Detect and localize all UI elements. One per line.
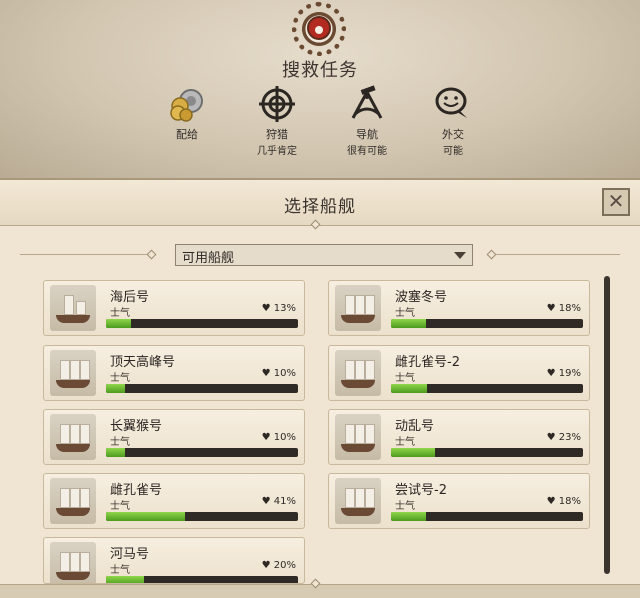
ship-image xyxy=(335,350,381,396)
morale-value: ♥ 13% xyxy=(261,303,296,314)
ship-name: 顶天高峰号 xyxy=(110,355,176,370)
morale-label: 士气 xyxy=(395,308,415,319)
heart-icon: ♥ xyxy=(546,496,559,507)
morale-value: ♥ 10% xyxy=(261,368,296,379)
ship-card[interactable]: 长翼猴号 士气 ♥ 10% xyxy=(43,409,305,465)
ship-card[interactable]: 波塞冬号 士气 ♥ 18% xyxy=(328,280,590,336)
sextant-icon xyxy=(347,84,387,124)
ship-name: 雌孔雀号 xyxy=(110,483,163,498)
chevron-down-icon xyxy=(454,252,466,259)
ship-card[interactable]: 雌孔雀号-2 士气 ♥ 19% xyxy=(328,345,590,401)
morale-value: ♥ 18% xyxy=(546,496,581,507)
ship-image xyxy=(50,350,96,396)
stat-supplies[interactable]: 配给 xyxy=(142,84,232,142)
morale-bar xyxy=(106,448,298,457)
heart-icon: ♥ xyxy=(546,303,559,314)
ship-image xyxy=(50,414,96,460)
ship-image xyxy=(335,478,381,524)
stat-label: 导航 xyxy=(356,128,378,141)
ship-image xyxy=(335,414,381,460)
morale-label: 士气 xyxy=(110,373,130,384)
pirate-emblem-icon xyxy=(292,2,346,56)
crosshair-icon xyxy=(257,84,297,124)
morale-value: ♥ 41% xyxy=(261,496,296,507)
ship-name: 长翼猴号 xyxy=(110,419,163,434)
morale-value: ♥ 18% xyxy=(546,303,581,314)
ship-name: 河马号 xyxy=(110,547,150,562)
heart-icon: ♥ xyxy=(546,432,559,443)
morale-label: 士气 xyxy=(110,308,130,319)
morale-label: 士气 xyxy=(395,501,415,512)
morale-label: 士气 xyxy=(395,437,415,448)
ship-filter-dropdown[interactable]: 可用船舰 xyxy=(175,244,473,266)
ship-image xyxy=(50,285,96,331)
ship-image xyxy=(335,285,381,331)
morale-label: 士气 xyxy=(110,437,130,448)
stat-hunting[interactable]: 狩猎 几乎肯定 xyxy=(232,84,322,157)
heart-icon: ♥ xyxy=(546,368,559,379)
stat-label: 外交 xyxy=(442,128,464,141)
morale-label: 士气 xyxy=(110,501,130,512)
ship-image xyxy=(50,478,96,524)
heart-icon: ♥ xyxy=(261,368,274,379)
morale-value: ♥ 23% xyxy=(546,432,581,443)
ship-card[interactable]: 尝试号-2 士气 ♥ 18% xyxy=(328,473,590,529)
ship-name: 海后号 xyxy=(110,290,150,305)
ship-card[interactable]: 海后号 士气 ♥ 13% xyxy=(43,280,305,336)
stat-sub: 很有可能 xyxy=(347,146,387,157)
supplies-icon xyxy=(167,84,207,124)
mission-header: 搜救任务 配给 狩猎 几乎肯定 导航 很有可能 外交 可能 xyxy=(0,0,640,180)
morale-bar xyxy=(106,319,298,328)
heart-icon: ♥ xyxy=(261,496,274,507)
morale-value: ♥ 20% xyxy=(261,560,296,571)
morale-bar xyxy=(106,576,298,583)
panel-header: 选择船舰 ✕ xyxy=(0,180,640,226)
morale-value: ♥ 10% xyxy=(261,432,296,443)
morale-label: 士气 xyxy=(395,373,415,384)
speech-bubble-icon xyxy=(433,84,473,124)
ship-card[interactable]: 河马号 士气 ♥ 20% xyxy=(43,537,305,584)
ship-name: 尝试号-2 xyxy=(395,483,447,498)
panel-bottom-edge xyxy=(0,584,640,598)
heart-icon: ♥ xyxy=(261,560,274,571)
ship-card[interactable]: 顶天高峰号 士气 ♥ 10% xyxy=(43,345,305,401)
close-button[interactable]: ✕ xyxy=(602,188,630,216)
morale-bar xyxy=(106,384,298,393)
morale-bar xyxy=(391,384,583,393)
ship-name: 雌孔雀号-2 xyxy=(395,355,460,370)
stat-sub: 几乎肯定 xyxy=(257,146,297,157)
close-icon: ✕ xyxy=(607,189,625,213)
morale-value: ♥ 19% xyxy=(546,368,581,379)
divider-right xyxy=(496,254,620,255)
morale-bar xyxy=(391,448,583,457)
ship-card[interactable]: 雌孔雀号 士气 ♥ 41% xyxy=(43,473,305,529)
morale-bar xyxy=(106,512,298,521)
dropdown-value: 可用船舰 xyxy=(182,251,235,266)
morale-bar xyxy=(391,319,583,328)
heart-icon: ♥ xyxy=(261,303,274,314)
heart-icon: ♥ xyxy=(261,432,274,443)
ship-image xyxy=(50,542,96,583)
ship-card[interactable]: 动乱号 士气 ♥ 23% xyxy=(328,409,590,465)
stat-label: 狩猎 xyxy=(266,128,288,141)
mission-title: 搜救任务 xyxy=(282,60,358,81)
divider-left xyxy=(20,254,150,255)
morale-label: 士气 xyxy=(110,565,130,576)
ship-name: 动乱号 xyxy=(395,419,435,434)
scrollbar[interactable] xyxy=(604,276,610,574)
stat-diplomacy[interactable]: 外交 可能 xyxy=(408,84,498,157)
stat-label: 配给 xyxy=(176,128,198,141)
morale-bar xyxy=(391,512,583,521)
stat-navigation[interactable]: 导航 很有可能 xyxy=(322,84,412,157)
stat-sub: 可能 xyxy=(443,146,463,157)
ship-name: 波塞冬号 xyxy=(395,290,448,305)
panel-title: 选择船舰 xyxy=(284,197,356,217)
